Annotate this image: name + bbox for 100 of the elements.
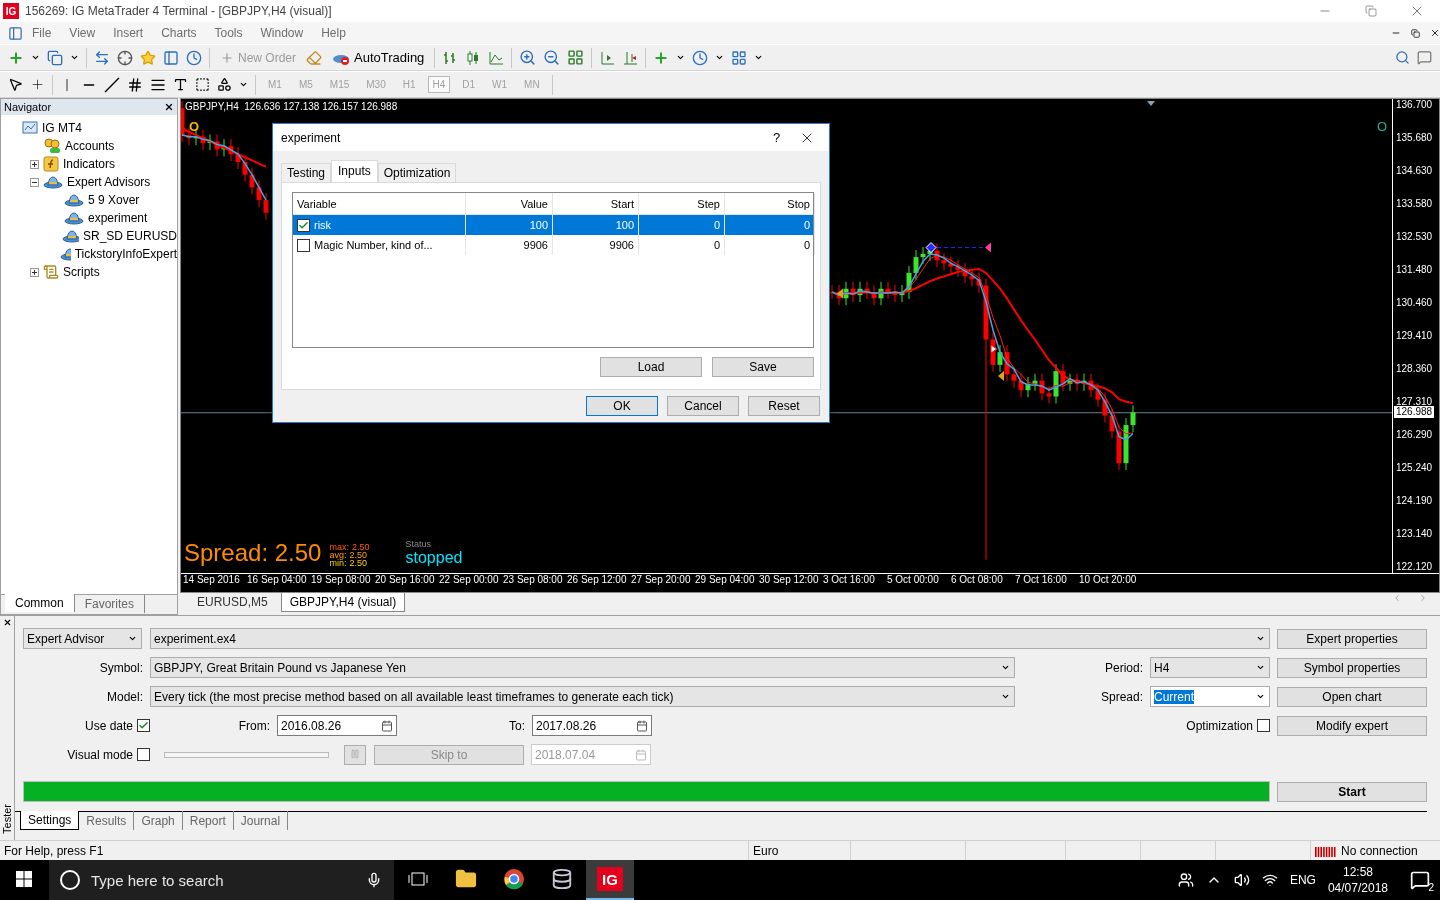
panel-tab[interactable]: Results xyxy=(79,811,135,830)
database-icon[interactable] xyxy=(551,868,573,890)
column-header[interactable]: Step xyxy=(639,193,725,214)
tree-item[interactable]: Accounts xyxy=(65,139,115,153)
model-select[interactable]: Every tick (the most precise method based on all available least timeframes to generate each tick) xyxy=(150,686,1015,707)
wifi-icon[interactable] xyxy=(1261,872,1278,888)
expand-icon[interactable] xyxy=(30,267,39,277)
zoom-in-icon[interactable] xyxy=(519,49,537,66)
dialog-tab[interactable]: Inputs xyxy=(331,160,378,183)
app-icon[interactable]: IG xyxy=(597,867,623,891)
column-header[interactable]: Stop xyxy=(725,193,815,214)
task-view-icon[interactable] xyxy=(408,871,428,887)
dialog-button[interactable]: Cancel xyxy=(667,396,739,416)
tree-item[interactable]: 5 9 Xover xyxy=(88,193,140,207)
windows-logo-icon[interactable] xyxy=(16,871,32,887)
checkbox[interactable] xyxy=(137,719,150,732)
panel-tab[interactable]: Journal xyxy=(233,811,289,830)
dialog-button[interactable]: OK xyxy=(586,396,658,416)
side-button[interactable]: Open chart xyxy=(1277,686,1427,707)
caret-icon[interactable] xyxy=(715,53,725,62)
panel-tab[interactable]: Favorites xyxy=(74,594,146,613)
date-field[interactable]: 2017.08.26 xyxy=(532,715,652,736)
menu-item[interactable]: Help xyxy=(312,24,355,42)
caret-icon[interactable] xyxy=(1256,634,1265,643)
tree-item[interactable]: TickstoryInfoExpert xyxy=(74,247,177,261)
chart-tab[interactable]: EURUSD,M5 xyxy=(188,593,277,612)
column-header[interactable]: Value xyxy=(466,193,553,214)
caret-icon[interactable] xyxy=(70,53,79,62)
crosshair-icon[interactable] xyxy=(30,77,45,92)
star-icon[interactable] xyxy=(140,49,156,66)
menu-item[interactable]: Tools xyxy=(205,24,252,42)
restore-icon[interactable] xyxy=(1411,28,1420,38)
plus-icon[interactable] xyxy=(8,49,24,66)
tree-item[interactable]: IG MT4 xyxy=(42,121,82,135)
shapes-icon[interactable] xyxy=(217,77,232,92)
caret-icon[interactable] xyxy=(31,53,40,62)
notification-icon[interactable] xyxy=(1410,870,1430,890)
menu-item[interactable]: Window xyxy=(251,24,313,42)
caret-icon[interactable] xyxy=(1001,692,1010,701)
checkbox[interactable] xyxy=(1257,719,1270,732)
calendar-icon[interactable] xyxy=(381,719,393,732)
caret-icon[interactable] xyxy=(1001,663,1010,672)
dialog-tab[interactable]: Testing xyxy=(281,163,332,183)
zoom-out-icon[interactable] xyxy=(543,49,561,66)
volume-icon[interactable] xyxy=(1233,872,1250,888)
people-icon[interactable] xyxy=(1177,872,1194,888)
caret-icon[interactable] xyxy=(239,80,248,89)
tree-item[interactable]: SR_SD EURUSD xyxy=(82,229,177,243)
period-select[interactable]: H4 xyxy=(1150,657,1270,678)
tree-item[interactable]: Indicators xyxy=(63,157,116,171)
mode-select[interactable]: Expert Advisor xyxy=(23,628,142,649)
close-icon[interactable] xyxy=(1430,28,1440,38)
exchange-icon[interactable] xyxy=(94,49,110,66)
browser-icon[interactable] xyxy=(503,868,525,890)
dialog-button[interactable]: Save xyxy=(712,357,814,377)
tree-item[interactable]: Scripts xyxy=(63,265,100,279)
menu-item[interactable]: View xyxy=(60,24,105,42)
window-icon[interactable] xyxy=(8,25,23,41)
text-tool-icon[interactable] xyxy=(173,77,188,92)
caret-icon[interactable] xyxy=(676,53,686,62)
side-button[interactable]: Modify expert xyxy=(1277,715,1427,736)
menu-item[interactable]: Charts xyxy=(152,24,206,42)
close-icon[interactable] xyxy=(2,618,12,627)
search-icon[interactable] xyxy=(1395,50,1410,65)
tree-item[interactable]: experiment xyxy=(88,211,148,225)
search-field[interactable]: Type here to search xyxy=(49,860,394,900)
tile-windows-icon[interactable] xyxy=(567,49,585,66)
caret-icon[interactable] xyxy=(754,53,764,62)
dialog-button[interactable]: Load xyxy=(600,357,702,377)
help-button[interactable]: ? xyxy=(754,130,799,145)
date-field[interactable]: 2016.08.26 xyxy=(277,715,397,736)
label-tool-icon[interactable] xyxy=(195,77,210,92)
panel-tab[interactable]: Graph xyxy=(134,811,183,830)
caret-icon[interactable] xyxy=(1256,692,1265,701)
autoscroll-icon[interactable] xyxy=(622,49,639,66)
cursor-icon[interactable] xyxy=(8,77,23,92)
close-icon[interactable] xyxy=(164,102,174,112)
panel-tab[interactable]: Common xyxy=(5,594,75,612)
caret-icon[interactable] xyxy=(1256,663,1265,672)
chat-icon[interactable] xyxy=(1417,50,1432,65)
dialog-button[interactable]: Reset xyxy=(748,396,820,416)
trendline-icon[interactable] xyxy=(104,76,120,93)
collapse-icon[interactable] xyxy=(30,177,39,187)
side-button[interactable]: Symbol properties xyxy=(1277,657,1427,678)
row-checkbox[interactable] xyxy=(297,238,310,252)
dialog-tab[interactable]: Optimization xyxy=(377,163,457,183)
panel-tab[interactable]: Report xyxy=(182,811,234,830)
panel-icon[interactable] xyxy=(163,49,179,66)
panel-tab[interactable]: Settings xyxy=(20,811,80,830)
crosshair-icon[interactable] xyxy=(117,49,133,66)
start-button[interactable]: Start xyxy=(1277,781,1427,802)
template-icon[interactable] xyxy=(731,49,748,66)
caret-icon[interactable] xyxy=(128,634,137,643)
tree-item[interactable]: Expert Advisors xyxy=(67,175,151,189)
menu-item[interactable]: File xyxy=(23,24,61,42)
column-header[interactable]: Start xyxy=(553,193,639,214)
windows-icon[interactable] xyxy=(47,49,63,66)
symbol-select[interactable]: GBPJPY, Great Britain Pound vs Japanese Yen xyxy=(150,657,1015,678)
autotrading-button[interactable]: AutoTrading xyxy=(329,47,428,68)
clock-icon[interactable] xyxy=(186,49,202,66)
